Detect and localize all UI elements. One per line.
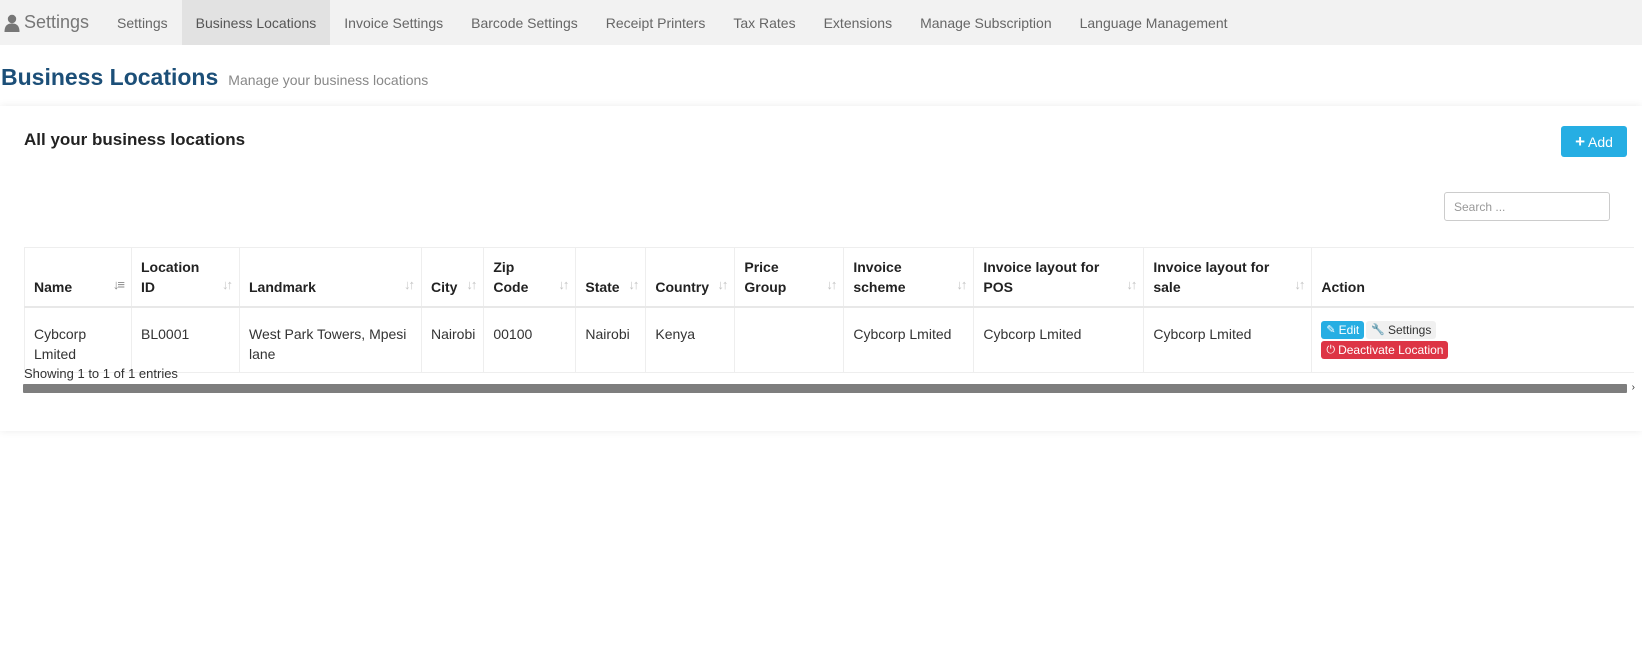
- column-header-state[interactable]: State ↓↑: [575, 247, 647, 308]
- column-header-zip-code[interactable]: Zip Code ↓↑: [483, 247, 577, 308]
- nav-item-tax-rates[interactable]: Tax Rates: [719, 0, 809, 45]
- wrench-icon: 🔧: [1371, 324, 1385, 336]
- nav-item-extensions[interactable]: Extensions: [810, 0, 906, 45]
- nav-item-settings[interactable]: Settings: [103, 0, 182, 45]
- add-button-label: Add: [1588, 133, 1613, 150]
- sort-icon: ↓↑: [717, 277, 728, 292]
- page-header: Business Locations Manage your business …: [1, 64, 428, 91]
- cell-price-group: [734, 307, 845, 373]
- scroll-right-icon[interactable]: ›: [1632, 382, 1635, 393]
- top-navbar: Settings Settings Business Locations Inv…: [0, 0, 1642, 45]
- page-title: Business Locations: [1, 64, 219, 90]
- cell-state: Nairobi: [575, 307, 647, 373]
- sort-asc-icon: ↓≡: [112, 277, 125, 292]
- cell-landmark: West Park Towers, Mpesi lane: [239, 307, 422, 373]
- sort-icon: ↓↑: [466, 277, 477, 292]
- sort-icon: ↓↑: [222, 277, 233, 292]
- sort-icon: ↓↑: [628, 277, 639, 292]
- horizontal-scrollbar[interactable]: ›: [23, 382, 1635, 393]
- column-header-invoice-scheme[interactable]: Invoice scheme ↓↑: [843, 247, 975, 308]
- plus-icon: +: [1575, 132, 1585, 151]
- locations-table: Name ↓≡ Location ID ↓↑ Landmark ↓↑ City …: [24, 247, 1634, 373]
- nav-item-manage-subscription[interactable]: Manage Subscription: [906, 0, 1066, 45]
- column-header-landmark[interactable]: Landmark ↓↑: [239, 247, 422, 308]
- add-button[interactable]: + Add: [1561, 126, 1627, 157]
- box-title: All your business locations: [24, 130, 246, 149]
- cell-layout-sale: Cybcorp Lmited: [1143, 307, 1313, 373]
- cell-zip: 00100: [483, 307, 577, 373]
- deactivate-location-button[interactable]: ⏻ Deactivate Location: [1321, 341, 1449, 359]
- nav-item-receipt-printers[interactable]: Receipt Printers: [592, 0, 720, 45]
- edit-button[interactable]: ✎ Edit: [1321, 321, 1365, 339]
- cell-country: Kenya: [645, 307, 736, 373]
- sort-icon: ↓↑: [558, 277, 569, 292]
- nav-item-barcode-settings[interactable]: Barcode Settings: [457, 0, 592, 45]
- sort-icon: ↓↑: [826, 277, 837, 292]
- cell-name: Cybcorp Lmited: [24, 307, 132, 373]
- column-header-invoice-layout-sale[interactable]: Invoice layout for sale ↓↑: [1143, 247, 1313, 308]
- settings-button[interactable]: 🔧 Settings: [1366, 321, 1437, 339]
- cell-location-id: BL0001: [131, 307, 240, 373]
- page-subtitle: Manage your business locations: [228, 72, 429, 88]
- cell-city: Nairobi: [421, 307, 485, 373]
- power-icon: ⏻: [1326, 344, 1336, 356]
- edit-icon: ✎: [1326, 324, 1336, 336]
- sort-icon: ↓↑: [1126, 277, 1137, 292]
- table-row: Cybcorp Lmited BL0001 West Park Towers, …: [24, 307, 1634, 373]
- user-icon: [4, 14, 20, 32]
- table-header-row: Name ↓≡ Location ID ↓↑ Landmark ↓↑ City …: [24, 247, 1634, 308]
- nav-item-language-management[interactable]: Language Management: [1066, 0, 1242, 45]
- brand-label: Settings: [24, 12, 90, 32]
- cell-actions: ✎ Edit 🔧 Settings ⏻ Deactivate Location: [1311, 307, 1634, 373]
- cell-layout-pos: Cybcorp Lmited: [973, 307, 1145, 373]
- locations-box: All your business locations + Add Name ↓…: [0, 106, 1642, 431]
- search-input[interactable]: [1444, 192, 1610, 221]
- column-header-price-group[interactable]: Price Group ↓↑: [734, 247, 845, 308]
- table-info: Showing 1 to 1 of 1 entries: [24, 366, 178, 381]
- column-header-country[interactable]: Country ↓↑: [645, 247, 736, 308]
- sort-icon: ↓↑: [1294, 277, 1305, 292]
- sort-icon: ↓↑: [956, 277, 967, 292]
- column-header-invoice-layout-pos[interactable]: Invoice layout for POS ↓↑: [973, 247, 1145, 308]
- sort-icon: ↓↑: [404, 277, 415, 292]
- nav-item-business-locations[interactable]: Business Locations: [181, 0, 331, 45]
- column-header-name[interactable]: Name ↓≡: [24, 247, 132, 308]
- cell-invoice-scheme: Cybcorp Lmited: [843, 307, 975, 373]
- column-header-city[interactable]: City ↓↑: [421, 247, 485, 308]
- nav-item-invoice-settings[interactable]: Invoice Settings: [330, 0, 457, 45]
- column-header-location-id[interactable]: Location ID ↓↑: [131, 247, 240, 308]
- column-header-action: Action: [1311, 247, 1634, 308]
- brand[interactable]: Settings: [0, 0, 103, 45]
